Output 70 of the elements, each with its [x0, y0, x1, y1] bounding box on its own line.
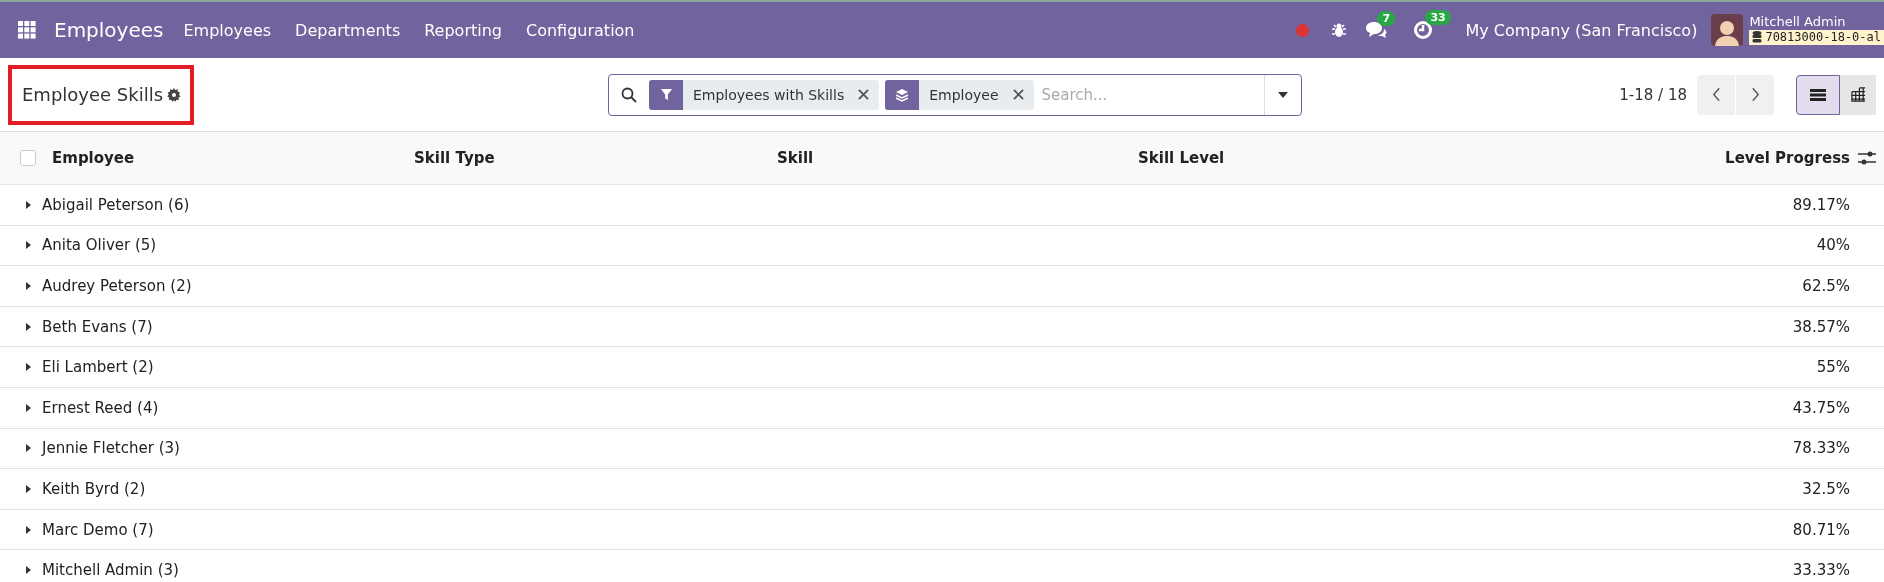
apps-menu-icon[interactable]	[18, 21, 36, 39]
database-name: 70813000-18-0-al	[1765, 30, 1881, 44]
group-row-header[interactable]: Keith Byrd (2)	[0, 479, 414, 498]
bug-icon[interactable]	[1331, 22, 1348, 38]
group-name: Marc Demo (7)	[42, 520, 154, 539]
group-name: Ernest Reed (4)	[42, 398, 159, 417]
group-row-header[interactable]: Jennie Fletcher (3)	[0, 439, 414, 458]
column-header[interactable]: Skill Level	[1138, 149, 1590, 167]
column-header[interactable]: Employee	[52, 149, 135, 167]
message-count-badge: 7	[1377, 11, 1396, 26]
column-header[interactable]: Level Progress	[1590, 149, 1850, 167]
remove-icon[interactable]	[1012, 89, 1024, 100]
select-all-checkbox[interactable]	[20, 150, 36, 166]
group-row-header[interactable]: Eli Lambert (2)	[0, 358, 414, 377]
caret-icon	[1278, 91, 1288, 98]
remove-icon[interactable]	[858, 89, 870, 100]
group-row-header[interactable]: Ernest Reed (4)	[0, 398, 414, 417]
group-name: Audrey Peterson (2)	[42, 277, 192, 295]
app-title[interactable]: Employees	[54, 18, 164, 42]
menu-item[interactable]: Reporting	[424, 20, 502, 40]
menu-item[interactable]: Departments	[295, 20, 401, 40]
user-avatar[interactable]	[1711, 14, 1744, 46]
group-name: Anita Oliver (5)	[42, 236, 157, 255]
table-cell-text: 78.33%	[1791, 439, 1850, 458]
group-row-header[interactable]: Anita Oliver (5)	[0, 236, 414, 255]
search-icon[interactable]	[621, 86, 637, 103]
filter-icon	[659, 88, 673, 101]
user-name[interactable]: Mitchell Admin	[1749, 15, 1884, 30]
group-name: Eli Lambert (2)	[42, 358, 154, 377]
group-row-header[interactable]: Mitchell Admin (3)	[0, 561, 414, 580]
table-cell-text: 33.33%	[1791, 561, 1850, 580]
table-cell-text: 55%	[1815, 358, 1850, 377]
chevron-left-icon	[1711, 87, 1721, 102]
table-cell-text: 43.75%	[1791, 398, 1850, 417]
view-switch-button[interactable]	[1840, 74, 1876, 115]
group-name: Mitchell Admin (3)	[42, 561, 179, 580]
table-cell-text: 62.5%	[1801, 277, 1850, 295]
table-cell-text: 32.5%	[1801, 479, 1850, 498]
pager-value[interactable]: 1-18 / 18	[1619, 85, 1687, 104]
table-cell-text: 80.71%	[1791, 520, 1850, 539]
sliders-icon[interactable]	[1858, 150, 1876, 166]
chat-icon[interactable]	[1365, 21, 1388, 39]
column-header[interactable]: Skill Type	[414, 149, 777, 167]
chevron-right-icon	[1750, 87, 1760, 102]
group-row-header[interactable]: Beth Evans (7)	[0, 317, 414, 336]
group-name: Keith Byrd (2)	[42, 479, 146, 498]
settings-icon[interactable]	[167, 87, 182, 102]
grid-icon	[1850, 87, 1866, 102]
table-cell-text: 40%	[1815, 236, 1850, 255]
database-icon	[1752, 31, 1763, 44]
clock-icon[interactable]	[1413, 20, 1434, 40]
menu-item[interactable]: Configuration	[526, 20, 635, 40]
layers-icon	[895, 87, 910, 102]
menu-item[interactable]: Employees	[183, 20, 272, 40]
table-cell-text: 38.57%	[1791, 317, 1850, 336]
group-name: Abigail Peterson (6)	[42, 195, 190, 214]
group-row-header[interactable]: Marc Demo (7)	[0, 520, 414, 539]
group-name: Jennie Fletcher (3)	[42, 439, 180, 458]
column-header[interactable]: Skill	[777, 149, 1138, 167]
group-row-header[interactable]: Abigail Peterson (6)	[0, 195, 414, 214]
facet-label: Employee	[929, 86, 999, 103]
company-switcher[interactable]: My Company (San Francisco)	[1465, 20, 1698, 40]
page-title: Employee Skills	[22, 84, 164, 105]
activity-count-badge: 33	[1425, 10, 1451, 25]
list-icon	[1810, 87, 1826, 102]
view-switch-button[interactable]	[1796, 74, 1840, 115]
facet-label: Employees with Skills	[693, 86, 845, 103]
group-name: Beth Evans (7)	[42, 317, 153, 336]
table-cell-text: 89.17%	[1791, 195, 1850, 214]
group-row-header[interactable]: Audrey Peterson (2)	[0, 277, 414, 295]
